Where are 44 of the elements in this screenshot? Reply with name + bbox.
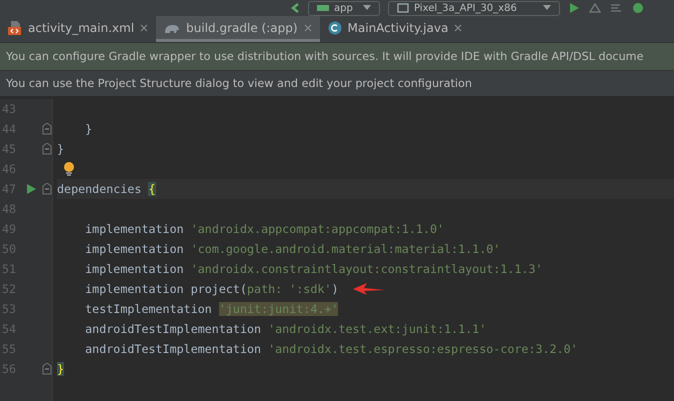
string-literal: 'com.google.android.material:material:1.1.0' [190, 242, 500, 256]
code-text: } [84, 122, 92, 136]
string-literal: 'androidx.test.espresso:espresso-core:3.2.0' [268, 342, 578, 356]
brace: { [148, 182, 156, 196]
class-icon [328, 20, 342, 34]
device-dropdown[interactable]: Pixel_3a_API_30_x86 [388, 0, 560, 16]
code-text: } [57, 142, 64, 156]
file-tab[interactable]: activity_main.xml [0, 16, 156, 42]
fold-icon[interactable] [42, 123, 52, 135]
file-tab[interactable]: build.gradle (:app) [156, 16, 320, 42]
code-text: implementation [84, 262, 185, 276]
run-config-dropdown[interactable]: app [308, 0, 380, 16]
fold-icon[interactable] [42, 363, 52, 375]
string-literal: ':sdk' [289, 282, 332, 296]
run-icon [568, 2, 580, 14]
lightbulb-icon[interactable] [63, 162, 75, 176]
close-icon[interactable] [304, 24, 312, 32]
close-icon[interactable] [140, 24, 148, 32]
xml-file-icon [8, 20, 22, 34]
code-text: implementation [84, 242, 185, 256]
brace: } [57, 362, 64, 376]
code-text: ) [331, 282, 339, 296]
code-text: dependencies [57, 182, 142, 196]
run-icon[interactable] [26, 183, 36, 195]
code-text: androidTestImplementation [84, 342, 262, 356]
fold-icon[interactable] [42, 143, 52, 155]
fold-icon[interactable] [42, 183, 52, 195]
string-literal: 'androidx.constraintlayout:constraintlayout:1.1.3' [190, 262, 543, 276]
string-literal: 'androidx.appcompat:appcompat:1.1.0' [190, 222, 444, 236]
code-text: implementation project( [84, 282, 247, 296]
device-icon [397, 3, 409, 13]
code-text: implementation [84, 222, 185, 236]
file-tab[interactable]: MainActivity.java [320, 16, 470, 42]
notification-banner: You can use the Project Structure dialog to view and edit your project configuration [0, 70, 674, 97]
apply-changes-icon [588, 2, 602, 14]
code-text: androidTestImplementation [84, 322, 262, 336]
caret-icon [543, 5, 551, 11]
code-text: testImplementation [84, 302, 213, 316]
lines-icon [610, 2, 624, 14]
parameter-name: path: [247, 282, 284, 296]
caret-icon [363, 5, 371, 11]
close-icon[interactable] [454, 24, 462, 32]
notification-banner: You can configure Gradle wrapper to use distribution with sources. It will provide IDE with Gradle API/DSL docume [0, 43, 674, 70]
string-literal: 'androidx.test.ext:junit:1.1.1' [268, 322, 486, 336]
